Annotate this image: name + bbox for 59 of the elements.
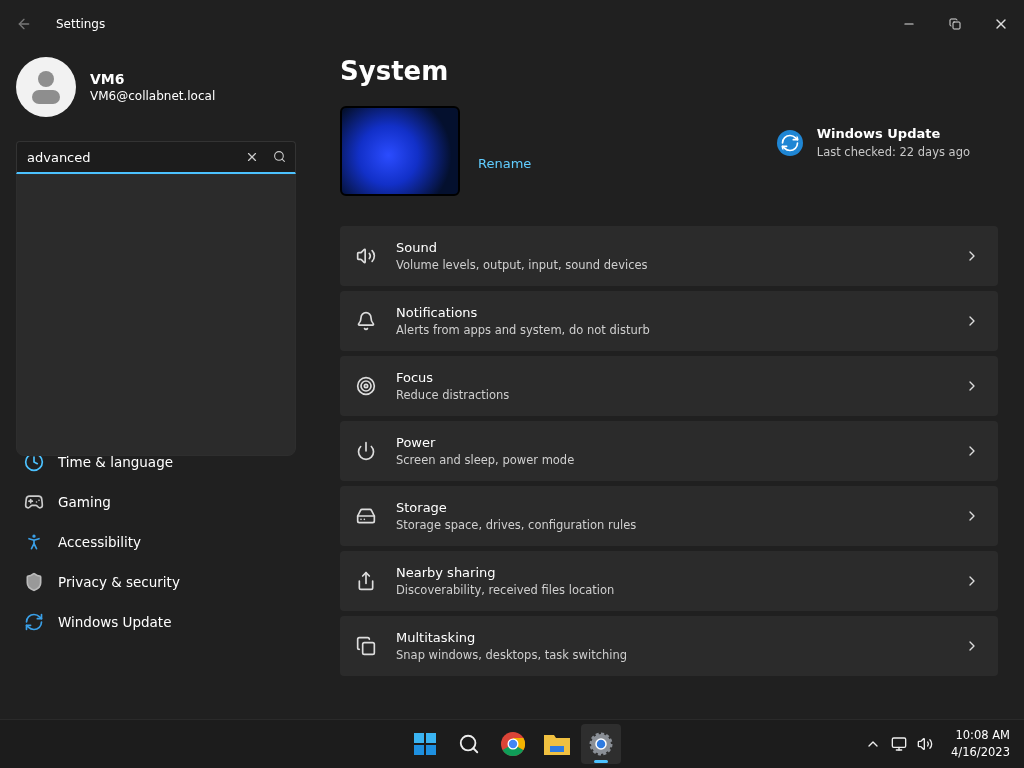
taskbar-app[interactable] (581, 724, 621, 764)
folder-icon (544, 733, 570, 755)
search-icon (458, 733, 480, 755)
account-name: VM6 (90, 71, 126, 87)
settings-card[interactable]: Focus Reduce distractions (340, 356, 998, 416)
card-description: Volume levels, output, input, sound devices (396, 258, 649, 272)
card-title: Power (396, 435, 437, 450)
network-icon[interactable] (891, 736, 908, 752)
clear-icon[interactable] (245, 150, 259, 164)
refresh-icon (24, 612, 44, 632)
nav-item[interactable]: Windows Update (16, 602, 312, 642)
drive-icon (356, 506, 376, 526)
speaker-icon[interactable] (917, 736, 934, 752)
refresh-icon (776, 129, 803, 156)
nav-item[interactable]: Accessibility (16, 522, 312, 562)
card-description: Discoverability, received files location (396, 583, 616, 597)
card-title: Sound (396, 240, 438, 255)
card-description: Reduce distractions (396, 388, 511, 402)
gear-icon (589, 732, 613, 756)
settings-card[interactable]: Power Screen and sleep, power mode (340, 421, 998, 481)
settings-card[interactable]: Multitasking Snap windows, desktops, task switching (340, 616, 998, 676)
windows-logo-icon (414, 733, 436, 755)
card-title: Focus (396, 370, 435, 385)
card-description: Screen and sleep, power mode (396, 453, 576, 467)
gamepad-icon (24, 492, 44, 512)
card-description: Storage space, drives, configuration rules (396, 518, 638, 532)
settings-card[interactable]: Storage Storage space, drives, configuration rules (340, 486, 998, 546)
clock-date[interactable]: 4/16/2023 (951, 744, 1010, 761)
window-title: Settings (56, 17, 106, 31)
account-email: VM6@collabnet.local (90, 89, 216, 103)
nav-item[interactable]: Privacy & security (16, 562, 312, 602)
update-title: Windows Update (816, 126, 942, 141)
browser-icon (501, 732, 525, 756)
speaker-icon (356, 246, 376, 266)
restore-icon[interactable] (949, 18, 961, 30)
update-status: Last checked: 22 days ago (816, 145, 970, 159)
page-title: System (340, 56, 450, 86)
card-title: Nearby sharing (396, 565, 497, 580)
card-description: Snap windows, desktops, task switching (396, 648, 629, 662)
card-title: Multitasking (396, 630, 477, 645)
nav-item[interactable]: Gaming (16, 482, 312, 522)
power-icon (356, 441, 376, 461)
clock-time[interactable]: 10:08 AM (951, 727, 1010, 744)
settings-card[interactable]: Sound Volume levels, output, input, sound devices (340, 226, 998, 286)
shield-icon (24, 572, 44, 592)
rename-link[interactable]: Rename (478, 156, 532, 171)
target-icon (356, 376, 376, 396)
card-description: Alerts from apps and system, do not disturb (396, 323, 651, 337)
settings-card[interactable]: Nearby sharing Discoverability, received files location (340, 551, 998, 611)
back-icon[interactable] (16, 16, 32, 32)
card-title: Storage (396, 500, 448, 515)
card-title: Notifications (396, 305, 479, 320)
nav-item[interactable]: Time & language (16, 442, 312, 482)
settings-card[interactable]: Notifications Alerts from apps and system, do not disturb (340, 291, 998, 351)
search-field[interactable]: advanced (16, 141, 296, 174)
bell-icon (356, 311, 376, 331)
search-icon[interactable] (273, 150, 286, 163)
person-silhouette-icon (31, 70, 61, 104)
share-icon (356, 571, 376, 591)
